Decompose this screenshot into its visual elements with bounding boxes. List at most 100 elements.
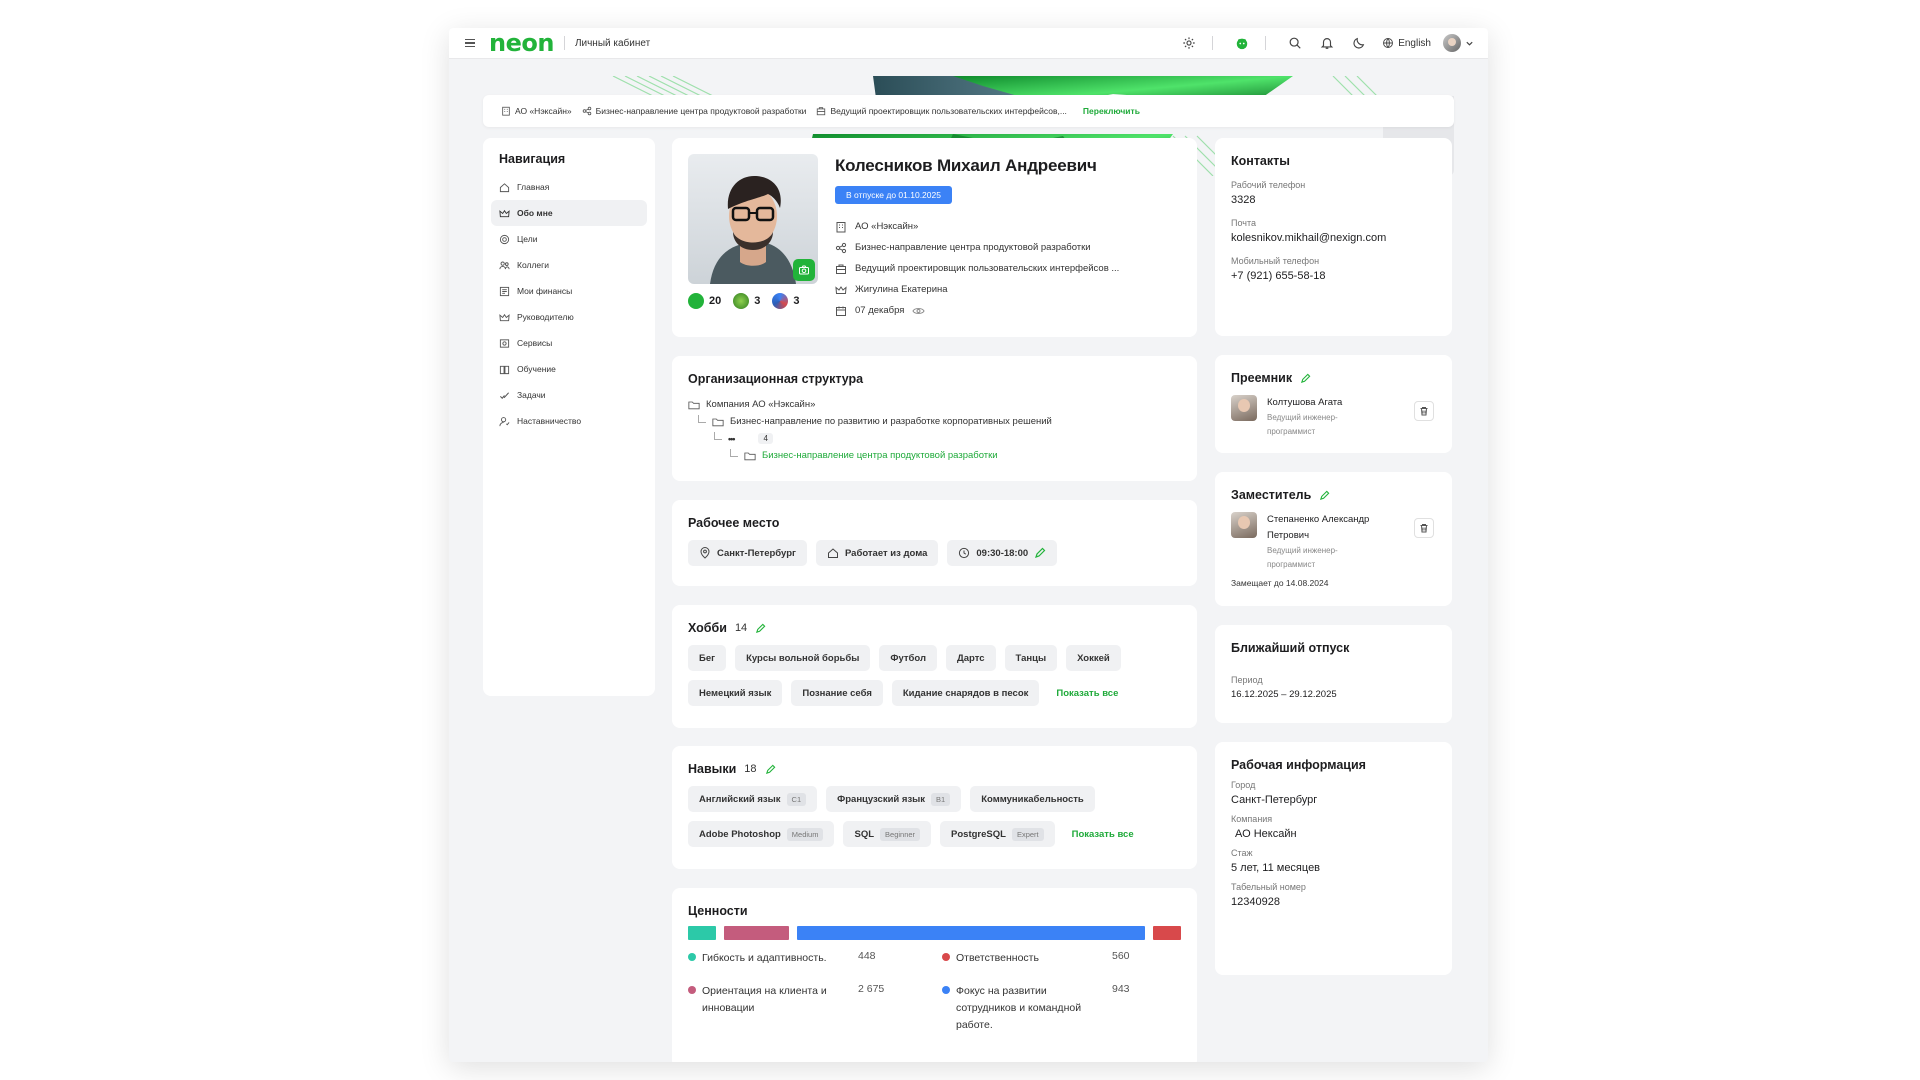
delete-successor-button[interactable]	[1414, 401, 1434, 421]
deputy-role: Ведущий инженер-программист	[1267, 546, 1338, 569]
more-icon: •••	[728, 433, 736, 444]
bell-icon[interactable]	[1314, 30, 1340, 56]
org-row-division[interactable]: Бизнес-направление по развитию и разрабо…	[688, 413, 1181, 430]
hobby-chip: Кидание снарядов в песок	[891, 680, 1040, 706]
nav-item-goals[interactable]: Цели	[491, 226, 647, 252]
trash-icon	[1420, 407, 1428, 416]
folder-icon	[744, 452, 756, 460]
division-value: Бизнес-направление центра продуктовой ра…	[855, 242, 1091, 253]
nav-item-manager[interactable]: Руководителю	[491, 304, 647, 330]
globe-icon	[1383, 38, 1394, 48]
nav-item-finance[interactable]: Мои финансы	[491, 278, 647, 304]
legend-dot	[942, 953, 950, 961]
badge-globe[interactable]: 3	[772, 293, 800, 309]
work-phone-value[interactable]: 3328	[1231, 194, 1436, 206]
company-value: АО «Нэксайн»	[855, 221, 919, 232]
navigation-card: Навигация Главная Обо мне Цели Коллеги М…	[483, 138, 655, 696]
switch-button[interactable]: Переключить	[1083, 106, 1140, 116]
work-phone-label: Рабочий телефон	[1231, 180, 1306, 190]
nav-item-tasks[interactable]: Задачи	[491, 382, 647, 408]
nav-item-services[interactable]: Сервисы	[491, 330, 647, 356]
successor-person[interactable]: Колтушова Агата Ведущий инженер-программи…	[1231, 395, 1436, 439]
skill-name: SQL	[854, 828, 875, 840]
logo[interactable]: neon	[489, 31, 554, 55]
pencil-icon[interactable]	[765, 764, 776, 775]
collapsed-count: 4	[758, 433, 773, 444]
nav-label: Цели	[517, 234, 538, 244]
deputy-person[interactable]: Степаненко Александр Петрович Ведущий инж…	[1231, 512, 1436, 572]
divider	[1212, 36, 1214, 50]
nav-item-about[interactable]: Обо мне	[491, 200, 647, 226]
check-icon	[500, 391, 509, 399]
crown-icon	[835, 285, 847, 294]
hobbies-show-all-link[interactable]: Показать все	[1048, 680, 1126, 706]
org-row-collapsed[interactable]: ••• 4	[688, 430, 1181, 447]
user-menu[interactable]	[1443, 34, 1474, 52]
profile-photo[interactable]	[688, 154, 818, 284]
people-icon	[499, 261, 510, 269]
language-switch[interactable]: English	[1382, 37, 1431, 49]
search-icon[interactable]	[1282, 30, 1308, 56]
tenure-value: 5 лет, 11 месяцев	[1231, 862, 1321, 874]
pencil-icon[interactable]	[755, 623, 766, 634]
work-company: Компания АО Нексайн	[1231, 814, 1436, 840]
skill-name: Adobe Photoshop	[699, 828, 781, 840]
city-value: Санкт-Петербург	[1231, 794, 1318, 806]
nav-item-colleagues[interactable]: Коллеги	[491, 252, 647, 278]
values-segment	[797, 926, 1146, 940]
eye-icon[interactable]	[912, 305, 926, 317]
hobby-chip: Футбол	[879, 645, 937, 671]
building-icon	[502, 106, 510, 116]
nav-item-learning[interactable]: Обучение	[491, 356, 647, 382]
legend-label: Ориентация на клиента и инновации	[702, 985, 827, 1014]
settings-icon[interactable]	[1176, 30, 1202, 56]
skills-show-all-link[interactable]: Показать все	[1064, 821, 1142, 847]
page-title: Личный кабинет	[574, 37, 651, 49]
clock-icon	[959, 547, 970, 559]
skills-count: 18	[744, 763, 757, 775]
breadcrumb-company[interactable]: АО «Нэксайн»	[501, 106, 572, 116]
nav-label: Обучение	[517, 364, 556, 374]
camera-icon[interactable]	[793, 259, 815, 281]
menu-icon[interactable]	[465, 38, 475, 48]
pencil-icon[interactable]	[1300, 373, 1311, 384]
values-legend-item: Гибкость и адаптивность. 448	[688, 950, 942, 967]
pencil-icon[interactable]	[1034, 547, 1046, 559]
nav-label: Сервисы	[517, 338, 553, 348]
successor-role: Ведущий инженер-программист	[1267, 413, 1338, 436]
nav-item-home[interactable]: Главная	[491, 174, 647, 200]
skill-chip: Французский язык B1	[826, 786, 962, 812]
org-row-company[interactable]: Компания АО «Нэксайн»	[688, 396, 1181, 413]
medal-icon	[733, 293, 750, 309]
pencil-icon[interactable]	[1319, 490, 1330, 501]
badge-medal[interactable]: 3	[733, 293, 760, 309]
badge-stars[interactable]: 20	[688, 293, 721, 309]
nav-label: Мои финансы	[517, 286, 573, 296]
city-value: Санкт-Петербург	[717, 547, 796, 559]
services-icon	[499, 338, 510, 348]
email-value[interactable]: kolesnikov.mikhail@nexign.com	[1231, 232, 1436, 244]
chevron-down-icon	[1466, 41, 1473, 46]
moon-icon[interactable]	[1346, 30, 1372, 56]
nav-item-mentoring[interactable]: Наставничество	[491, 408, 647, 434]
mascot-icon[interactable]	[1229, 30, 1255, 56]
work-id: Табельный номер 12340928	[1231, 882, 1436, 908]
vacation-period: Период 16.12.2025 – 29.12.2025	[1231, 675, 1436, 700]
birthday-value: 07 декабря	[855, 305, 905, 316]
division-row: Бизнес-направление центра продуктовой ра…	[835, 237, 1119, 258]
star-icon	[688, 293, 704, 309]
breadcrumb-label: АО «Нэксайн»	[515, 106, 572, 116]
mobile-value[interactable]: +7 (921) 655-58-18	[1231, 270, 1436, 282]
divider	[563, 36, 565, 50]
manager-value[interactable]: Жигулина Екатерина	[855, 284, 948, 295]
delete-deputy-button[interactable]	[1414, 518, 1434, 538]
hours-chip: 09:30-18:00	[947, 540, 1058, 566]
folder-icon	[688, 401, 700, 409]
skill-name: Английский язык	[699, 793, 781, 805]
org-row-current[interactable]: Бизнес-направление центра продуктовой ра…	[688, 447, 1181, 464]
breadcrumb-position[interactable]: Ведущий проектировщик пользовательских и…	[816, 106, 1067, 116]
hobby-chip: Познание себя	[791, 680, 883, 706]
breadcrumb-division[interactable]: Бизнес-направление центра продуктовой ра…	[582, 106, 806, 116]
legend-label: Гибкость и адаптивность.	[702, 952, 827, 964]
hobby-chip: Бег	[688, 645, 727, 671]
